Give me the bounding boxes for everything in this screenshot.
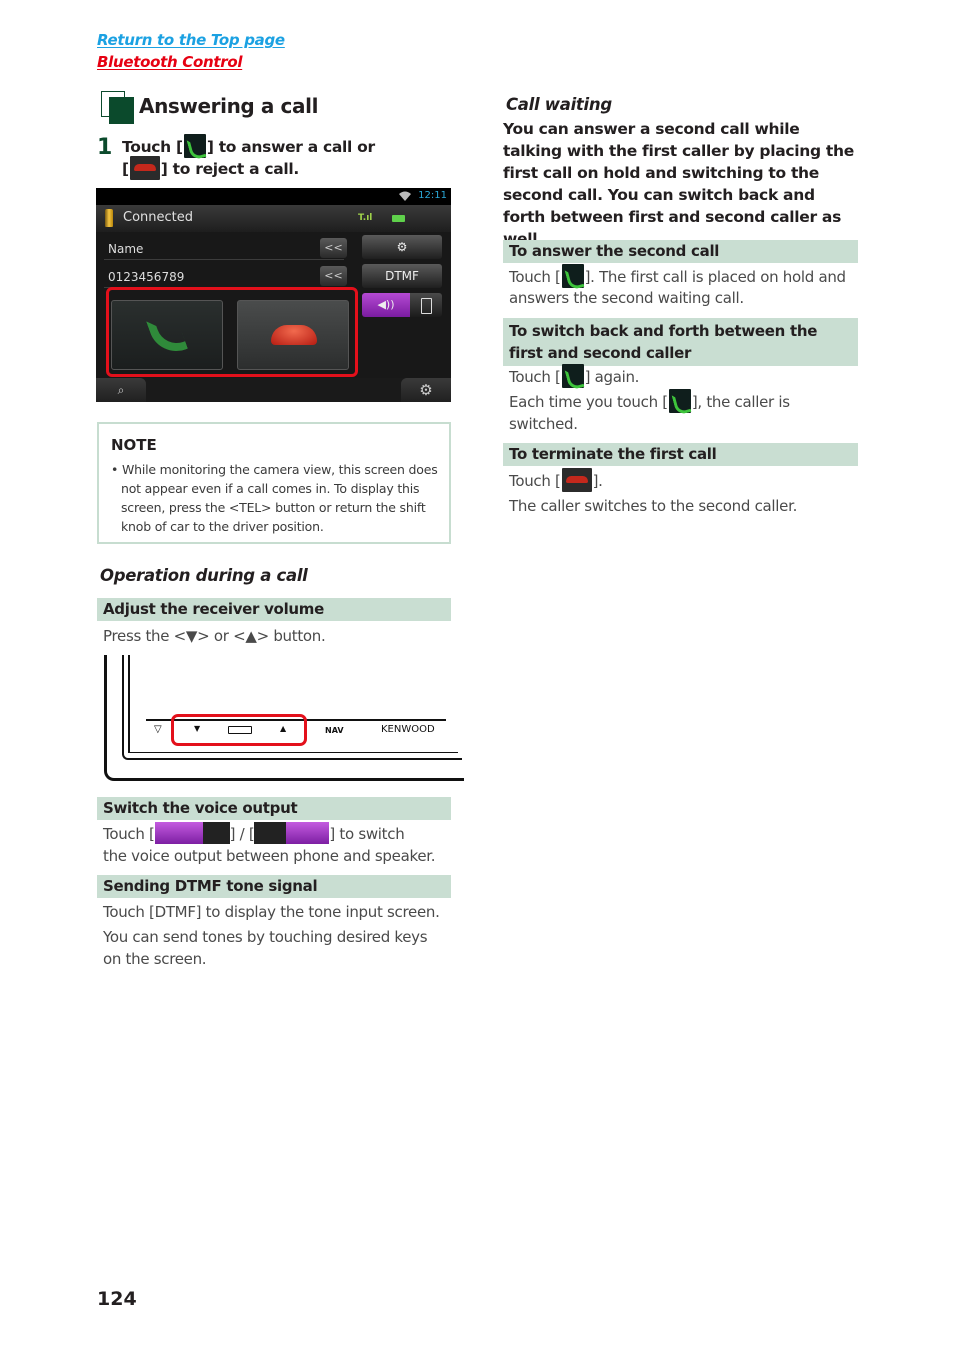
gear-button[interactable]: ⚙ xyxy=(401,378,451,402)
step-text-2: ] to answer a call or xyxy=(206,138,375,156)
note-box: NOTE • While monitoring the camera view,… xyxy=(97,422,451,544)
section-title: Answering a call xyxy=(139,94,319,118)
answer-second-text: Touch []. The first call is placed on ho… xyxy=(509,263,854,309)
caller-name: Name xyxy=(108,242,144,256)
answer-call-icon xyxy=(183,133,206,158)
voice-text-3: ] to switch xyxy=(329,825,405,843)
signal-icon: T.ıl xyxy=(358,213,373,223)
dtmf-text-1: Touch [DTMF] to display the tone input s… xyxy=(103,903,440,921)
number-expand-button[interactable]: << xyxy=(320,266,347,286)
dtmf-text-2: You can send tones by touching desired k… xyxy=(103,928,428,968)
operation-title: Operation during a call xyxy=(100,566,308,585)
reject-call-button[interactable] xyxy=(237,300,349,370)
step-text-4: ] to reject a call. xyxy=(160,160,300,178)
switch-caller-heading: To switch back and forth between the fir… xyxy=(503,318,858,366)
call-waiting-title: Call waiting xyxy=(506,95,612,114)
settings-button[interactable]: ⚙ xyxy=(362,235,442,259)
step-text-3: [ xyxy=(122,160,129,178)
eject-button[interactable]: ▽ xyxy=(154,724,162,735)
answer-call-icon xyxy=(561,263,584,288)
voice-text-4: the voice output between phone and speak… xyxy=(103,847,436,865)
wifi-icon xyxy=(399,191,411,201)
phone-device-icon xyxy=(105,209,113,227)
volume-up-button[interactable]: ▲ xyxy=(280,724,286,733)
title-bar: Connected T.ıl xyxy=(96,205,451,232)
answer-call-icon xyxy=(668,388,691,413)
terminate-heading: To terminate the first call xyxy=(503,443,858,466)
step-text-1: Touch [ xyxy=(122,138,183,156)
note-body: • While monitoring the camera view, this… xyxy=(111,462,438,534)
speaker-mode-icon xyxy=(154,821,230,844)
voice-text-2: ] / [ xyxy=(229,825,255,843)
status-time: 12:11 xyxy=(418,190,447,201)
reject-call-icon xyxy=(561,467,592,492)
head-unit-illustration: ▽ ▼ ▲ NAV KENWOOD xyxy=(104,655,464,783)
answer-text-1: Touch [ xyxy=(509,268,561,286)
volume-heading: Adjust the receiver volume xyxy=(97,598,451,621)
name-expand-button[interactable]: << xyxy=(320,238,347,258)
dtmf-button[interactable]: DTMF xyxy=(362,264,442,288)
switch-text-3: Each time you touch [ xyxy=(509,393,668,411)
dtmf-heading: Sending DTMF tone signal xyxy=(97,875,451,898)
brand-logo: KENWOOD xyxy=(381,724,435,735)
status-bar: 12:11 xyxy=(96,188,451,205)
terminate-text-2: ]. xyxy=(592,472,603,490)
incoming-call-screen: 12:11 Connected T.ıl Name 0123456789 << … xyxy=(96,188,451,402)
step-instruction: Touch [ ] to answer a call or [ ] to rejec… xyxy=(122,133,452,180)
terminate-text-1: Touch [ xyxy=(509,472,561,490)
caller-number: 0123456789 xyxy=(108,270,185,284)
call-buttons-highlight xyxy=(106,287,358,377)
switch-text-a: Touch [ ] again. xyxy=(509,363,854,388)
green-handset-icon xyxy=(146,311,188,359)
volume-text: Press the <▼> or <▲> button. xyxy=(103,627,326,645)
red-handset-icon xyxy=(271,325,317,345)
page-number: 124 xyxy=(97,1288,137,1310)
answer-call-button[interactable] xyxy=(111,300,223,370)
battery-icon xyxy=(392,215,405,222)
voice-output-text: Touch [ ] / [ ] to switch the voice output… xyxy=(103,821,453,867)
terminate-text-b: The caller switches to the second caller… xyxy=(509,497,798,515)
search-button[interactable]: ⌕ xyxy=(96,378,146,402)
phone-mode-icon xyxy=(254,821,330,844)
voice-text-1: Touch [ xyxy=(103,825,155,843)
menu-button[interactable] xyxy=(228,726,252,734)
reject-call-icon xyxy=(129,155,160,180)
note-title: NOTE xyxy=(111,436,157,454)
connection-status: Connected xyxy=(123,210,194,225)
switch-text-b: Each time you touch [], the caller is sw… xyxy=(509,388,809,435)
answer-second-heading: To answer the second call xyxy=(503,240,858,263)
switch-text-1: Touch [ xyxy=(509,368,561,386)
caller-name-row: Name xyxy=(104,236,344,260)
step-number: 1 xyxy=(97,135,113,160)
volume-down-button[interactable]: ▼ xyxy=(194,724,200,733)
terminate-text-a: Touch []. xyxy=(509,467,854,492)
section-marker-icon xyxy=(101,91,134,124)
bluetooth-control-link[interactable]: Bluetooth Control xyxy=(97,53,242,71)
handset-phone-icon xyxy=(410,293,442,317)
caller-number-row: 0123456789 xyxy=(104,264,344,288)
speaker-icon: ◀)) xyxy=(362,293,410,317)
voice-output-toggle[interactable]: ◀)) xyxy=(362,293,442,317)
bottom-bar: ⌕ ⚙ xyxy=(96,378,451,402)
answer-call-icon xyxy=(561,363,584,388)
call-waiting-intro: You can answer a second call while talki… xyxy=(503,120,854,248)
voice-output-heading: Switch the voice output xyxy=(97,797,451,820)
switch-text-2: ] again. xyxy=(584,368,640,386)
return-top-link[interactable]: Return to the Top page xyxy=(97,31,285,49)
nav-button[interactable]: NAV xyxy=(325,726,344,735)
